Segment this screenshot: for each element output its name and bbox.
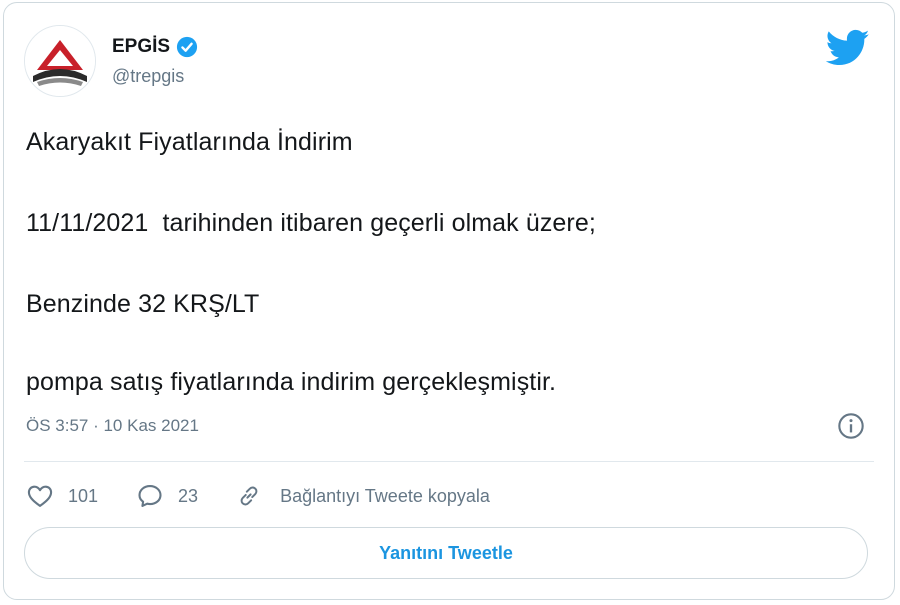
verified-badge-icon	[176, 36, 198, 58]
author-handle[interactable]: @trepgis	[112, 66, 184, 87]
tweet-text-line: pompa satış fiyatlarında indirim gerçekl…	[26, 368, 557, 396]
divider	[24, 461, 874, 462]
twitter-bird-icon[interactable]	[826, 29, 870, 67]
copy-link-label: Bağlantıyı Tweete kopyala	[280, 485, 490, 506]
tweet-card: EPGİS @trepgis Akaryakıt Fiyatlarında İn…	[3, 2, 895, 600]
info-icon[interactable]	[837, 412, 865, 440]
like-button[interactable]: 101	[26, 482, 98, 510]
tweet-text-line: 11/11/2021 tarihinden itibaren geçerli o…	[26, 209, 596, 237]
reply-count: 23	[178, 485, 199, 506]
tweet-timestamp[interactable]: ÖS 3:57 · 10 Kas 2021	[26, 416, 199, 436]
like-count: 101	[68, 485, 99, 506]
reply-count-button[interactable]: 23	[136, 482, 198, 510]
tweet-actions: 101 23 Bağlantıyı Tweete kopyala	[26, 479, 528, 513]
author-name[interactable]: EPGİS	[112, 33, 198, 61]
heart-icon	[27, 485, 53, 507]
epgis-logo-icon	[25, 26, 95, 96]
reply-bubble-icon	[138, 485, 162, 507]
reply-tweet-button[interactable]: Yanıtını Tweetle	[24, 527, 868, 579]
copy-link-button[interactable]: Bağlantıyı Tweete kopyala	[236, 483, 490, 509]
author-avatar[interactable]	[24, 25, 96, 97]
tweet-text-line: Akaryakıt Fiyatlarında İndirim	[26, 128, 353, 156]
tweet-text-line: Benzinde 32 KRŞ/LT	[26, 290, 260, 318]
reply-tweet-label: Yanıtını Tweetle	[379, 542, 513, 563]
link-icon	[240, 486, 258, 506]
author-name-text: EPGİS	[112, 36, 171, 57]
